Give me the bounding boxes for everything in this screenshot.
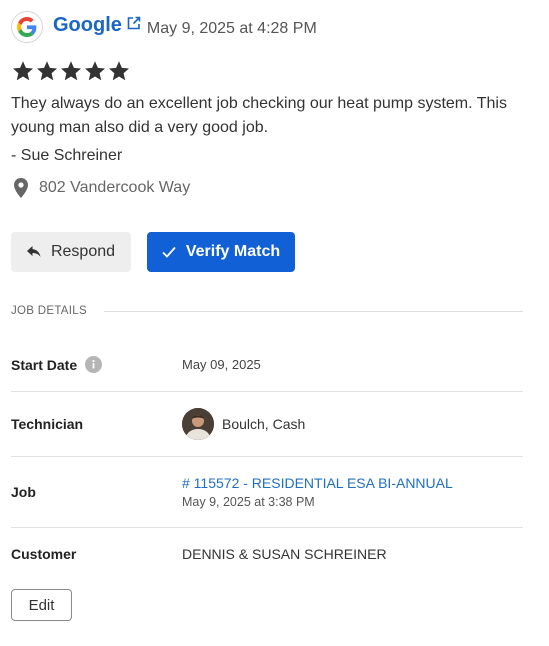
location-pin-icon [11,177,31,199]
technician-label: Technician [11,416,84,432]
info-icon[interactable] [85,356,103,373]
star-icon [107,59,131,83]
start-date-label-cell: Start Date [11,356,182,373]
check-icon [162,246,186,258]
review-header: Google May 9, 2025 at 4:28 PM [11,11,317,43]
review-author: - Sue Schreiner [11,147,123,164]
technician-value: Boulch, Cash [182,408,305,440]
job-value: # 115572 - RESIDENTIAL ESA BI-ANNUAL May… [182,475,453,509]
job-link[interactable]: # 115572 - RESIDENTIAL ESA BI-ANNUAL [182,475,453,491]
external-link-icon [127,16,141,30]
review-address: 802 Vandercook Way [11,176,190,200]
respond-label: Respond [50,243,116,260]
review-text: They always do an excellent job checking… [11,95,507,136]
google-logo-icon [11,11,43,43]
star-icon [35,59,59,83]
star-icon [59,59,83,83]
customer-label: Customer [11,546,77,562]
technician-row: Technician Boulch, Cash [11,392,523,457]
job-date: May 9, 2025 at 3:38 PM [182,495,315,509]
avatar [182,408,214,440]
verify-match-button[interactable]: Verify Match [147,232,295,272]
star-icon [11,59,35,83]
start-date-value: May 09, 2025 [182,357,261,372]
source-name: Google [53,14,122,36]
customer-row: Customer DENNIS & SUSAN SCHREINER [11,528,523,580]
verify-match-label: Verify Match [185,243,281,260]
customer-name: DENNIS & SUSAN SCHREINER [182,546,387,562]
review-date: May 9, 2025 at 4:28 PM [146,20,317,37]
google-source-link[interactable]: Google [53,14,141,37]
job-label: Job [11,484,36,500]
technician-name: Boulch, Cash [222,416,306,432]
reply-icon [26,246,51,258]
job-details-header: JOB DETAILS [11,305,523,317]
star-icon [83,59,107,83]
section-divider [103,310,523,312]
job-details-title: JOB DETAILS [11,305,87,317]
star-rating [11,59,131,83]
address-text: 802 Vandercook Way [39,179,191,196]
respond-button[interactable]: Respond [11,232,131,272]
job-row: Job # 115572 - RESIDENTIAL ESA BI-ANNUAL… [11,457,523,528]
start-date-label: Start Date [11,356,78,373]
edit-button[interactable]: Edit [11,589,72,621]
start-date-row: Start Date May 09, 2025 [11,338,523,392]
